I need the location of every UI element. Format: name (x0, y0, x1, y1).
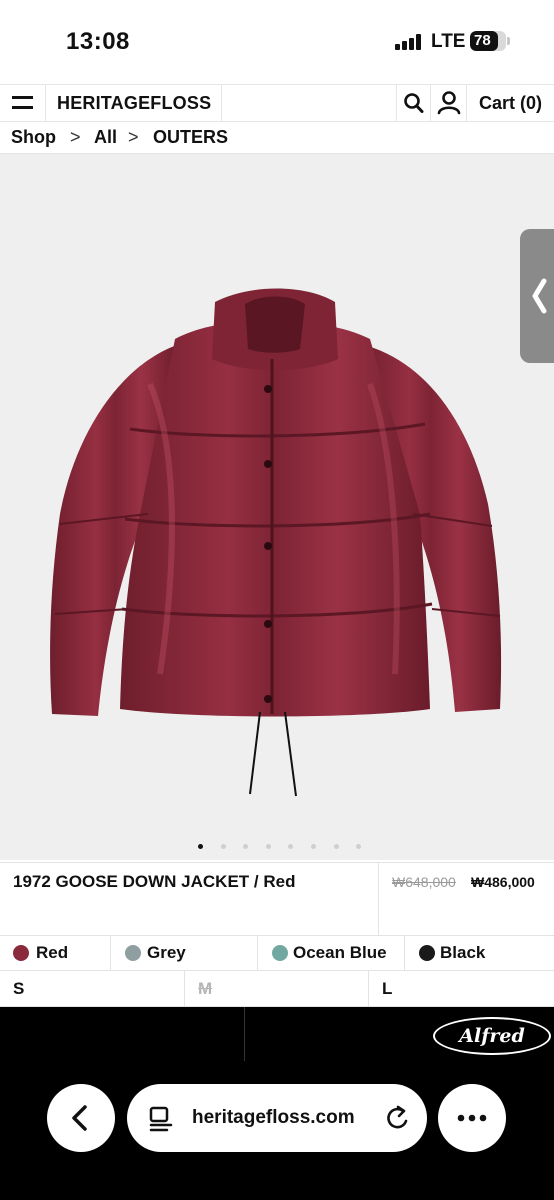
color-label: Black (440, 943, 486, 962)
banner-divider (244, 1007, 245, 1061)
breadcrumb-all[interactable]: All (94, 122, 117, 153)
color-option-ocean-blue[interactable]: Ocean Blue (258, 936, 405, 970)
carousel-dot[interactable] (266, 844, 271, 849)
cart-link[interactable]: Cart (0) (466, 85, 554, 122)
breadcrumb-separator: > (70, 127, 81, 147)
breadcrumb-shop[interactable]: Shop (11, 122, 56, 153)
user-icon (437, 91, 461, 115)
url-text: heritagefloss.com (192, 1107, 355, 1128)
back-arrow-icon (72, 1105, 87, 1131)
breadcrumb: Shop > All > OUTERS (0, 122, 554, 154)
original-price: ₩648,000 (392, 874, 456, 890)
address-bar[interactable]: heritagefloss.com (127, 1084, 427, 1152)
breadcrumb-outers[interactable]: OUTERS (153, 122, 228, 153)
battery-level: 78 (474, 32, 491, 49)
more-icon (457, 1114, 487, 1122)
breadcrumb-separator: > (128, 127, 139, 147)
carousel-dot[interactable] (198, 844, 203, 849)
chevron-left-icon (532, 278, 547, 314)
color-option-grey[interactable]: Grey (111, 936, 258, 970)
back-button[interactable] (47, 1084, 115, 1152)
signal-icon (395, 34, 423, 50)
color-swatch (125, 945, 141, 961)
search-icon (404, 93, 424, 113)
reload-icon[interactable] (381, 1084, 413, 1152)
product-info: 1972 GOOSE DOWN JACKET / Red ₩648,000 ₩4… (0, 862, 554, 936)
search-button[interactable] (396, 85, 430, 122)
alfred-logo[interactable]: Alfred (433, 1017, 551, 1055)
size-option-s[interactable]: S (0, 971, 185, 1006)
carousel-dots (0, 842, 554, 852)
brand-logo[interactable]: HERITAGEFLOSS (46, 85, 222, 122)
color-swatch (272, 945, 288, 961)
size-option-l[interactable]: L (369, 971, 554, 1006)
account-button[interactable] (430, 85, 466, 122)
carousel-dot[interactable] (356, 844, 361, 849)
status-bar: 13:08 LTE 78 (0, 0, 554, 84)
size-option-m[interactable]: M (185, 971, 369, 1006)
color-option-black[interactable]: Black (405, 936, 554, 970)
page-menu-icon (149, 1106, 173, 1132)
jacket-image (50, 288, 502, 797)
price-cell: ₩648,000 ₩486,000 (378, 863, 554, 935)
product-image-carousel[interactable] (0, 154, 554, 860)
color-options: Red Grey Ocean Blue Black (0, 936, 554, 971)
carousel-dot[interactable] (288, 844, 293, 849)
side-panel-handle[interactable] (520, 229, 554, 363)
color-label: Red (36, 943, 69, 962)
color-label: Grey (147, 943, 186, 962)
color-option-red[interactable]: Red (0, 936, 111, 970)
carousel-dot[interactable] (221, 844, 226, 849)
carousel-dot[interactable] (311, 844, 316, 849)
color-swatch (13, 945, 29, 961)
carousel-dot[interactable] (243, 844, 248, 849)
color-swatch (419, 945, 435, 961)
network-label: LTE (431, 31, 466, 52)
status-time: 13:08 (66, 28, 130, 55)
menu-button[interactable] (0, 85, 46, 122)
product-name: 1972 GOOSE DOWN JACKET / Red (13, 872, 296, 891)
more-button[interactable] (438, 1084, 506, 1152)
battery-icon: 78 (470, 31, 506, 51)
size-label-unavailable: M (198, 979, 213, 998)
carousel-dot[interactable] (334, 844, 339, 849)
battery-nub (507, 37, 510, 45)
sale-price: ₩486,000 (471, 874, 535, 890)
site-header: HERITAGEFLOSS Cart (0) (0, 84, 554, 122)
size-options: S M L (0, 971, 554, 1007)
color-label: Ocean Blue (293, 943, 387, 962)
